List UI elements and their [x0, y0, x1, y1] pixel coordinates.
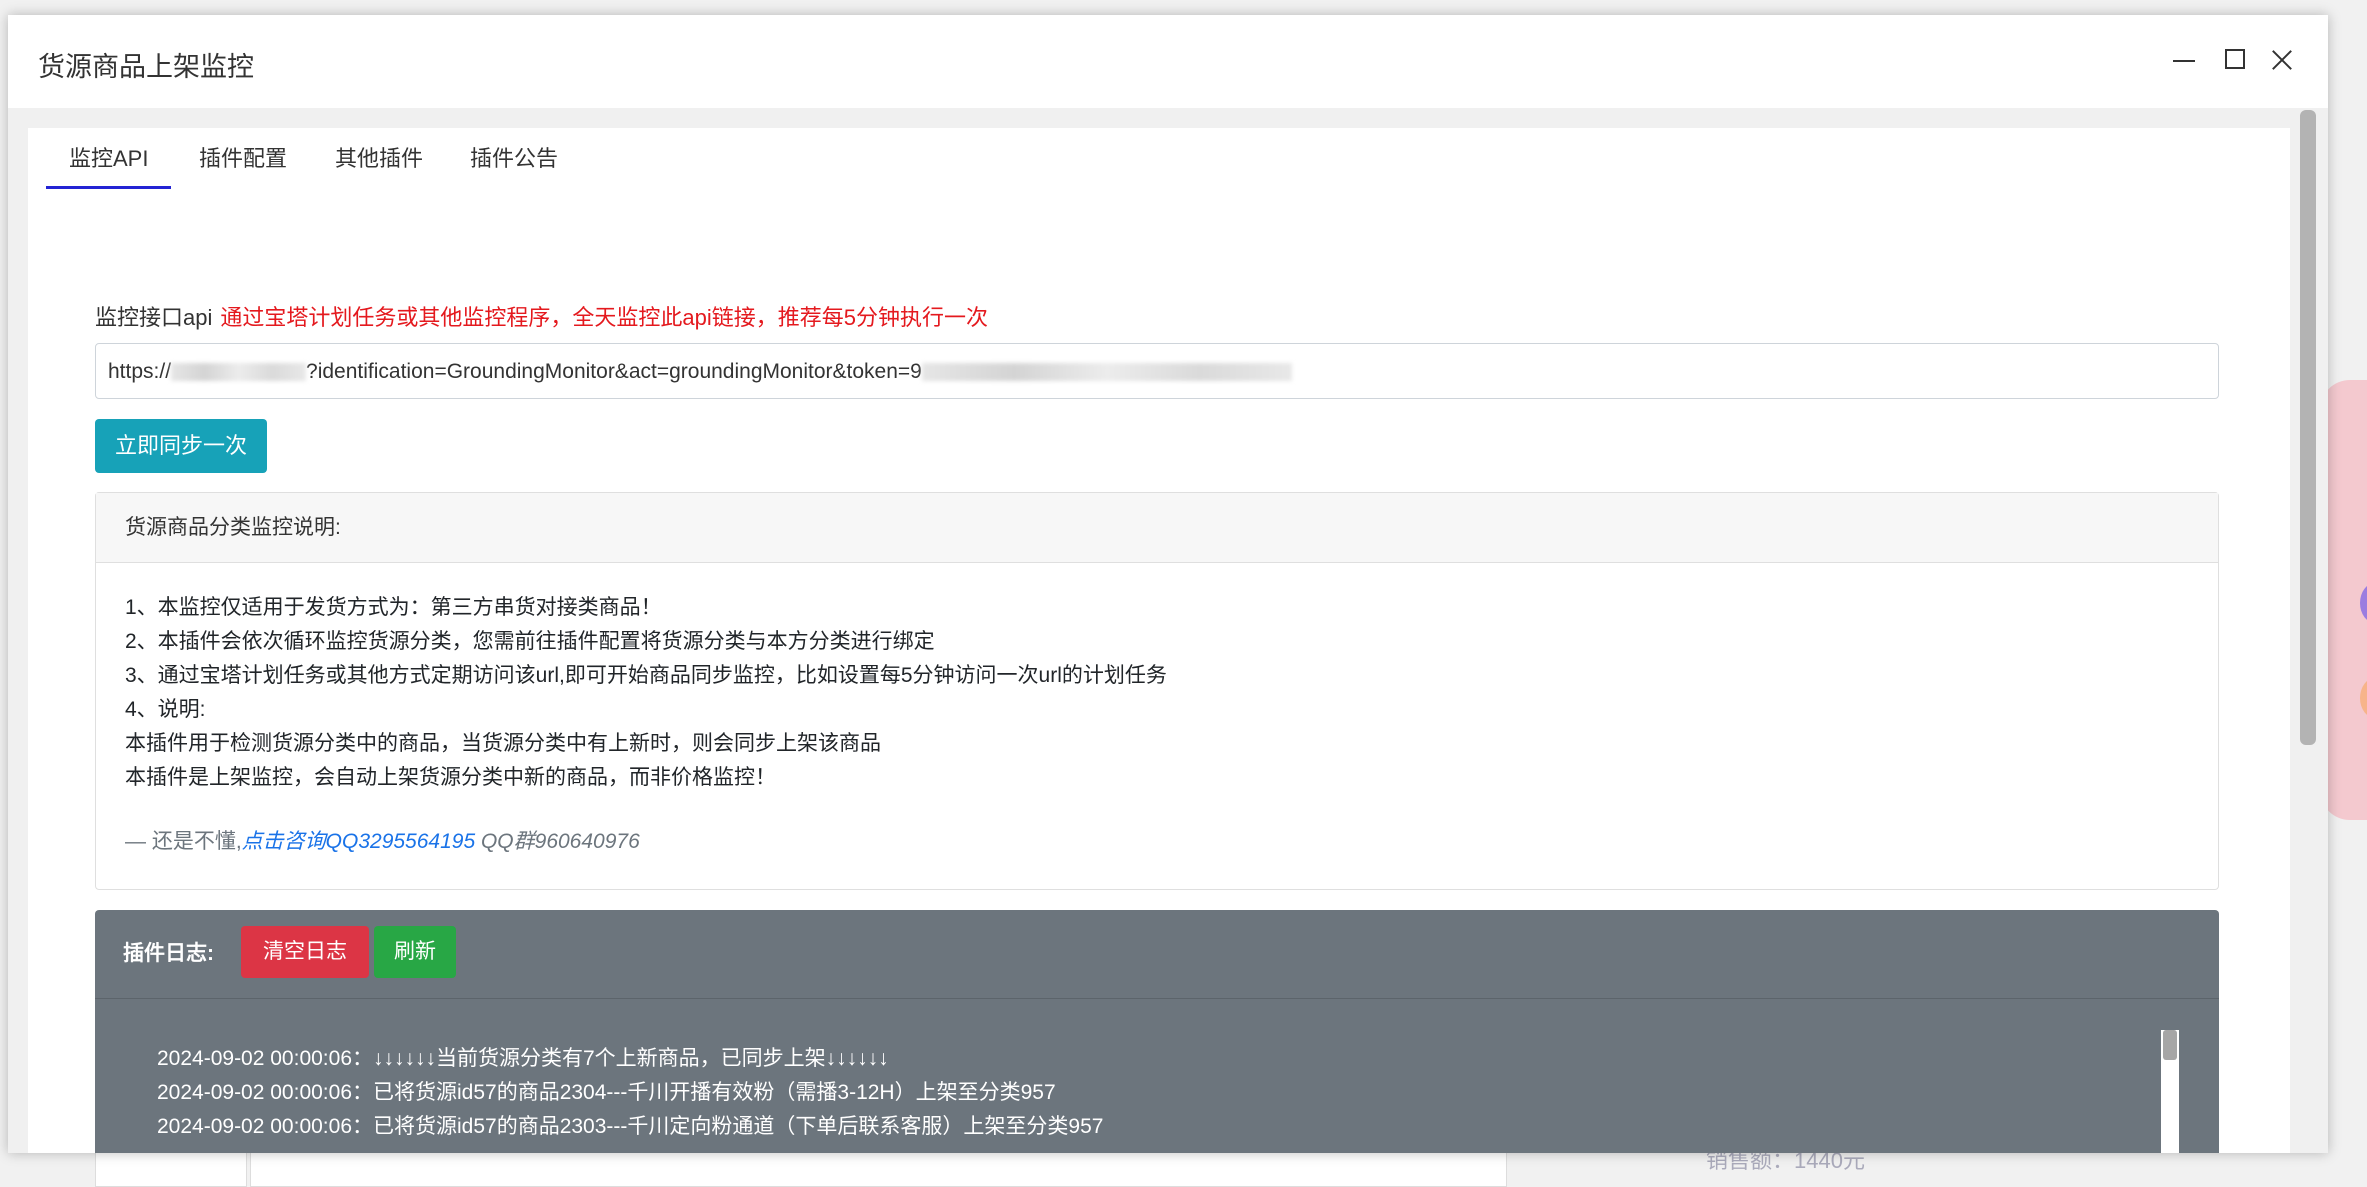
- api-url-tail: 9: [910, 360, 922, 383]
- close-icon[interactable]: [2268, 45, 2298, 75]
- api-url-field[interactable]: https:// ?identification=GroundingMonitor…: [95, 343, 2219, 399]
- log-card: 插件日志: 清空日志 刷新 2024-09-02 00:00:06：↓↓↓↓↓↓…: [95, 910, 2219, 1153]
- log-header: 插件日志: 清空日志 刷新: [95, 910, 2219, 999]
- refresh-log-button[interactable]: 刷新: [374, 926, 456, 978]
- sync-now-button[interactable]: 立即同步一次: [95, 419, 267, 473]
- log-entry: 2024-09-02 00:00:06：已将货源id57的商品2303---千川…: [157, 1115, 1104, 1138]
- info-card-body: 1、本监控仅适用于发货方式为：第三方串货对接类商品！ 2、本插件会依次循环监控货…: [96, 563, 2218, 859]
- log-scrollbar[interactable]: [2161, 1030, 2179, 1153]
- dialog-content: 监控API 插件配置 其他插件 插件公告 监控接口api 通过宝塔计划任务或其他监…: [8, 108, 2328, 1153]
- info-card-header: 货源商品分类监控说明:: [96, 493, 2218, 563]
- qq-group-text: QQ群960640976: [475, 830, 640, 853]
- log-body[interactable]: 2024-09-02 00:00:06：↓↓↓↓↓↓当前货源分类有7个上新商品，…: [95, 1000, 2219, 1153]
- dialog-title: 货源商品上架监控: [38, 52, 254, 82]
- tab-plugin-config[interactable]: 插件配置: [176, 128, 310, 186]
- help-footer: — 还是不懂,点击咨询QQ3295564195 QQ群960640976: [125, 825, 2189, 859]
- log-scrollbar-thumb[interactable]: [2163, 1030, 2177, 1060]
- monitor-dialog: 货源商品上架监控 监控API 插件配置 其他插件 插件公告 监控接口api 通过宝…: [8, 15, 2328, 1153]
- log-entry: 2024-09-02 00:00:06：↓↓↓↓↓↓当前货源分类有7个上新商品，…: [157, 1047, 889, 1070]
- tab-monitor-api[interactable]: 监控API: [46, 128, 172, 189]
- maximize-icon[interactable]: [2221, 45, 2251, 75]
- tab-panel: 监控API 插件配置 其他插件 插件公告 监控接口api 通过宝塔计划任务或其他监…: [28, 128, 2290, 1153]
- api-note: 通过宝塔计划任务或其他监控程序，全天监控此api链接，推荐每5分钟执行一次: [220, 305, 988, 330]
- info-line: 本插件用于检测货源分类中的商品，当货源分类中有上新时，则会同步上架该商品: [125, 732, 881, 755]
- consult-qq-link[interactable]: 点击咨询QQ3295564195: [242, 830, 475, 853]
- api-url-prefix: https://: [108, 360, 172, 383]
- log-title: 插件日志:: [123, 942, 214, 965]
- tab-other-plugins[interactable]: 其他插件: [312, 128, 446, 186]
- info-line: 2、本插件会依次循环监控货源分类，您需前往插件配置将货源分类与本方分类进行绑定: [125, 630, 935, 653]
- info-line: 4、说明:: [125, 698, 206, 721]
- redacted-domain: [171, 363, 307, 382]
- info-line: 3、通过宝塔计划任务或其他方式定期访问该url,即可开始商品同步监控，比如设置每…: [125, 664, 1167, 687]
- log-entry: 2024-09-02 00:00:06：已将货源id57的商品2304---千川…: [157, 1081, 1056, 1104]
- dialog-titlebar[interactable]: 货源商品上架监控: [8, 15, 2328, 108]
- api-label-row: 监控接口api 通过宝塔计划任务或其他监控程序，全天监控此api链接，推荐每5分钟…: [95, 300, 988, 332]
- api-url-query: ?identification=GroundingMonitor&act=gro…: [306, 360, 911, 383]
- info-line: 本插件是上架监控，会自动上架货源分类中新的商品，而非价格监控！: [125, 766, 776, 789]
- dialog-scrollbar-thumb[interactable]: [2300, 110, 2316, 745]
- minimize-icon[interactable]: [2171, 45, 2201, 75]
- dialog-scrollbar[interactable]: [2298, 108, 2318, 1153]
- log-list: 2024-09-02 00:00:06：↓↓↓↓↓↓当前货源分类有7个上新商品，…: [157, 1042, 1103, 1144]
- clear-log-button[interactable]: 清空日志: [241, 926, 369, 978]
- api-label: 监控接口api: [95, 305, 213, 330]
- tab-plugin-notice[interactable]: 插件公告: [447, 128, 581, 186]
- info-card: 货源商品分类监控说明: 1、本监控仅适用于发货方式为：第三方串货对接类商品！ 2…: [95, 492, 2219, 890]
- info-line: 1、本监控仅适用于发货方式为：第三方串货对接类商品！: [125, 596, 662, 619]
- redacted-token: [921, 363, 1292, 382]
- help-footer-dash: — 还是不懂,: [125, 830, 242, 853]
